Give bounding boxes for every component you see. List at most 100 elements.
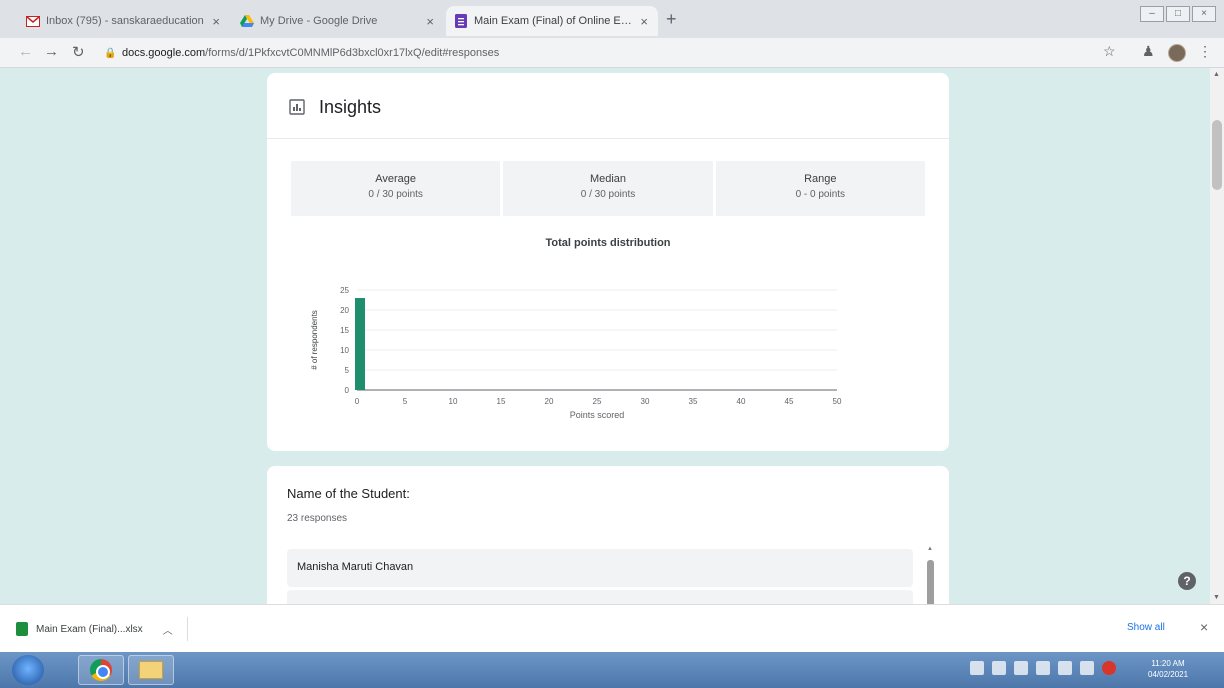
- tray-action-center-icon[interactable]: [970, 661, 984, 675]
- download-item[interactable]: Main Exam (Final)...xlsx ︿: [16, 617, 188, 641]
- browser-toolbar: ← → ↻ 🔒 docs.google.com /forms/d/1Pkfxcv…: [0, 38, 1224, 68]
- x-tick-label: 20: [545, 397, 554, 406]
- question-title: Name of the Student:: [287, 486, 410, 501]
- stat-value: 0 - 0 points: [795, 189, 846, 200]
- tab-title: Main Exam (Final) of Online Exam: [474, 15, 635, 27]
- download-filename: Main Exam (Final)...xlsx: [36, 623, 143, 635]
- stat-label: Average: [375, 173, 417, 185]
- maximize-icon[interactable]: □: [1166, 6, 1190, 22]
- back-arrow-icon[interactable]: ←: [18, 43, 33, 60]
- scroll-down-icon[interactable]: ▼: [1213, 594, 1220, 601]
- tab-close-icon[interactable]: ×: [212, 14, 220, 29]
- stats-row: Average 0 / 30 points Median 0 / 30 poin…: [291, 161, 925, 216]
- google-forms-icon: [454, 14, 468, 28]
- x-tick-label: 35: [689, 397, 698, 406]
- scrollbar-thumb[interactable]: [927, 560, 934, 604]
- bar: [355, 298, 365, 390]
- insights-header: Insights: [267, 73, 949, 139]
- scroll-up-icon[interactable]: ▲: [1213, 71, 1220, 78]
- tab-close-icon[interactable]: ×: [426, 14, 434, 29]
- help-icon[interactable]: ?: [1178, 572, 1196, 590]
- x-tick-label: 50: [833, 397, 842, 406]
- windows-taskbar: 11:20 AM 04/02/2021: [0, 652, 1224, 688]
- stat-value: 0 / 30 points: [368, 189, 423, 200]
- stat-value: 0 / 30 points: [580, 189, 636, 200]
- tab-google-forms[interactable]: Main Exam (Final) of Online Exam ×: [446, 6, 658, 36]
- chart-title: Total points distribution: [545, 237, 671, 249]
- url-host: docs.google.com: [122, 47, 206, 59]
- x-tick-label: 30: [641, 397, 650, 406]
- x-tick-label: 5: [403, 397, 408, 406]
- new-tab-icon[interactable]: +: [666, 9, 677, 30]
- minimize-icon[interactable]: –: [1140, 6, 1164, 22]
- gmail-icon: [26, 14, 40, 28]
- profile-avatar[interactable]: [1168, 44, 1186, 62]
- taskbar-chrome-button[interactable]: [78, 655, 124, 685]
- tab-strip: Inbox (795) - sanskaraeducation × My Dri…: [0, 0, 1224, 38]
- tab-gmail[interactable]: Inbox (795) - sanskaraeducation ×: [18, 6, 230, 36]
- y-tick-label: 25: [340, 286, 349, 295]
- chrome-icon: [90, 659, 112, 681]
- bookmark-star-icon[interactable]: ☆: [1103, 43, 1116, 60]
- chevron-up-icon[interactable]: ︿: [163, 622, 173, 637]
- scrollbar-thumb[interactable]: [1212, 120, 1222, 190]
- reload-icon[interactable]: ↻: [72, 43, 85, 61]
- x-tick-label: 25: [593, 397, 602, 406]
- question-card: Name of the Student: 23 responses Manish…: [267, 466, 949, 604]
- forward-arrow-icon[interactable]: →: [44, 43, 59, 60]
- insights-card: Insights Average 0 / 30 points Median 0 …: [267, 73, 949, 451]
- tray-sync-icon[interactable]: [1080, 661, 1094, 675]
- y-tick-label: 20: [340, 306, 349, 315]
- insights-title: Insights: [319, 97, 382, 117]
- stat-average: Average 0 / 30 points: [291, 161, 501, 216]
- insights-icon: [289, 99, 305, 115]
- tab-google-drive[interactable]: My Drive - Google Drive ×: [232, 6, 444, 36]
- menu-dots-icon[interactable]: ⋮: [1198, 43, 1212, 60]
- response-count: 23 responses: [287, 513, 348, 524]
- account-icon[interactable]: ♟: [1142, 43, 1155, 60]
- clock-time: 11:20 AM: [1151, 659, 1185, 668]
- stat-range: Range 0 - 0 points: [715, 161, 925, 216]
- show-all-button[interactable]: Show all: [1127, 622, 1165, 633]
- x-axis-label: Points scored: [570, 410, 625, 420]
- stat-median: Median 0 / 30 points: [503, 161, 713, 216]
- y-tick-label: 0: [345, 386, 350, 395]
- responses-scrollbar[interactable]: ▲: [924, 546, 936, 604]
- folder-icon: [139, 661, 163, 679]
- tab-title: Inbox (795) - sanskaraeducation: [46, 15, 204, 27]
- scroll-up-icon[interactable]: ▲: [927, 546, 933, 552]
- tray-antivirus-icon[interactable]: [1102, 661, 1116, 675]
- close-window-icon[interactable]: ×: [1192, 6, 1216, 22]
- page-scrollbar[interactable]: ▲ ▼: [1210, 68, 1224, 604]
- y-tick-label: 5: [345, 366, 350, 375]
- google-drive-icon: [240, 14, 254, 28]
- y-tick-label: 10: [340, 346, 349, 355]
- clock-date: 04/02/2021: [1148, 670, 1189, 679]
- url-path: /forms/d/1PkfxcvtC0MNMlP6d3bxcl0xr17lxQ/…: [205, 47, 500, 59]
- y-tick-label: 15: [340, 326, 349, 335]
- x-tick-label: 15: [497, 397, 506, 406]
- tab-close-icon[interactable]: ×: [640, 14, 648, 29]
- tray-usb-icon[interactable]: [992, 661, 1006, 675]
- windows-start-icon[interactable]: [12, 655, 44, 685]
- address-bar[interactable]: 🔒 docs.google.com /forms/d/1PkfxcvtC0MNM…: [104, 42, 1074, 64]
- tray-battery-icon[interactable]: [1058, 661, 1072, 675]
- tray-volume-icon[interactable]: [1036, 661, 1050, 675]
- tray-network-icon[interactable]: [1014, 661, 1028, 675]
- system-tray: [970, 661, 1116, 675]
- lock-icon: 🔒: [104, 47, 117, 59]
- x-tick-label: 40: [737, 397, 746, 406]
- close-icon[interactable]: ×: [1200, 619, 1208, 635]
- excel-file-icon: [16, 622, 28, 636]
- stat-label: Median: [589, 173, 627, 185]
- y-axis-label: # of respondents: [310, 310, 319, 370]
- taskbar-explorer-button[interactable]: [128, 655, 174, 685]
- response-item: Manisha Maruti Chavan: [287, 549, 913, 587]
- x-tick-label: 0: [355, 397, 360, 406]
- x-tick-label: 45: [785, 397, 794, 406]
- page-content: Insights Average 0 / 30 points Median 0 …: [0, 68, 1210, 604]
- x-tick-label: 10: [449, 397, 458, 406]
- taskbar-clock[interactable]: 11:20 AM 04/02/2021: [1148, 658, 1188, 680]
- points-distribution-chart: 0 5 10 15 20 25 0 5 10 15 20 25 30 35 40 45 50 Points sco…: [310, 286, 842, 420]
- window-controls: – □ ×: [1140, 6, 1216, 22]
